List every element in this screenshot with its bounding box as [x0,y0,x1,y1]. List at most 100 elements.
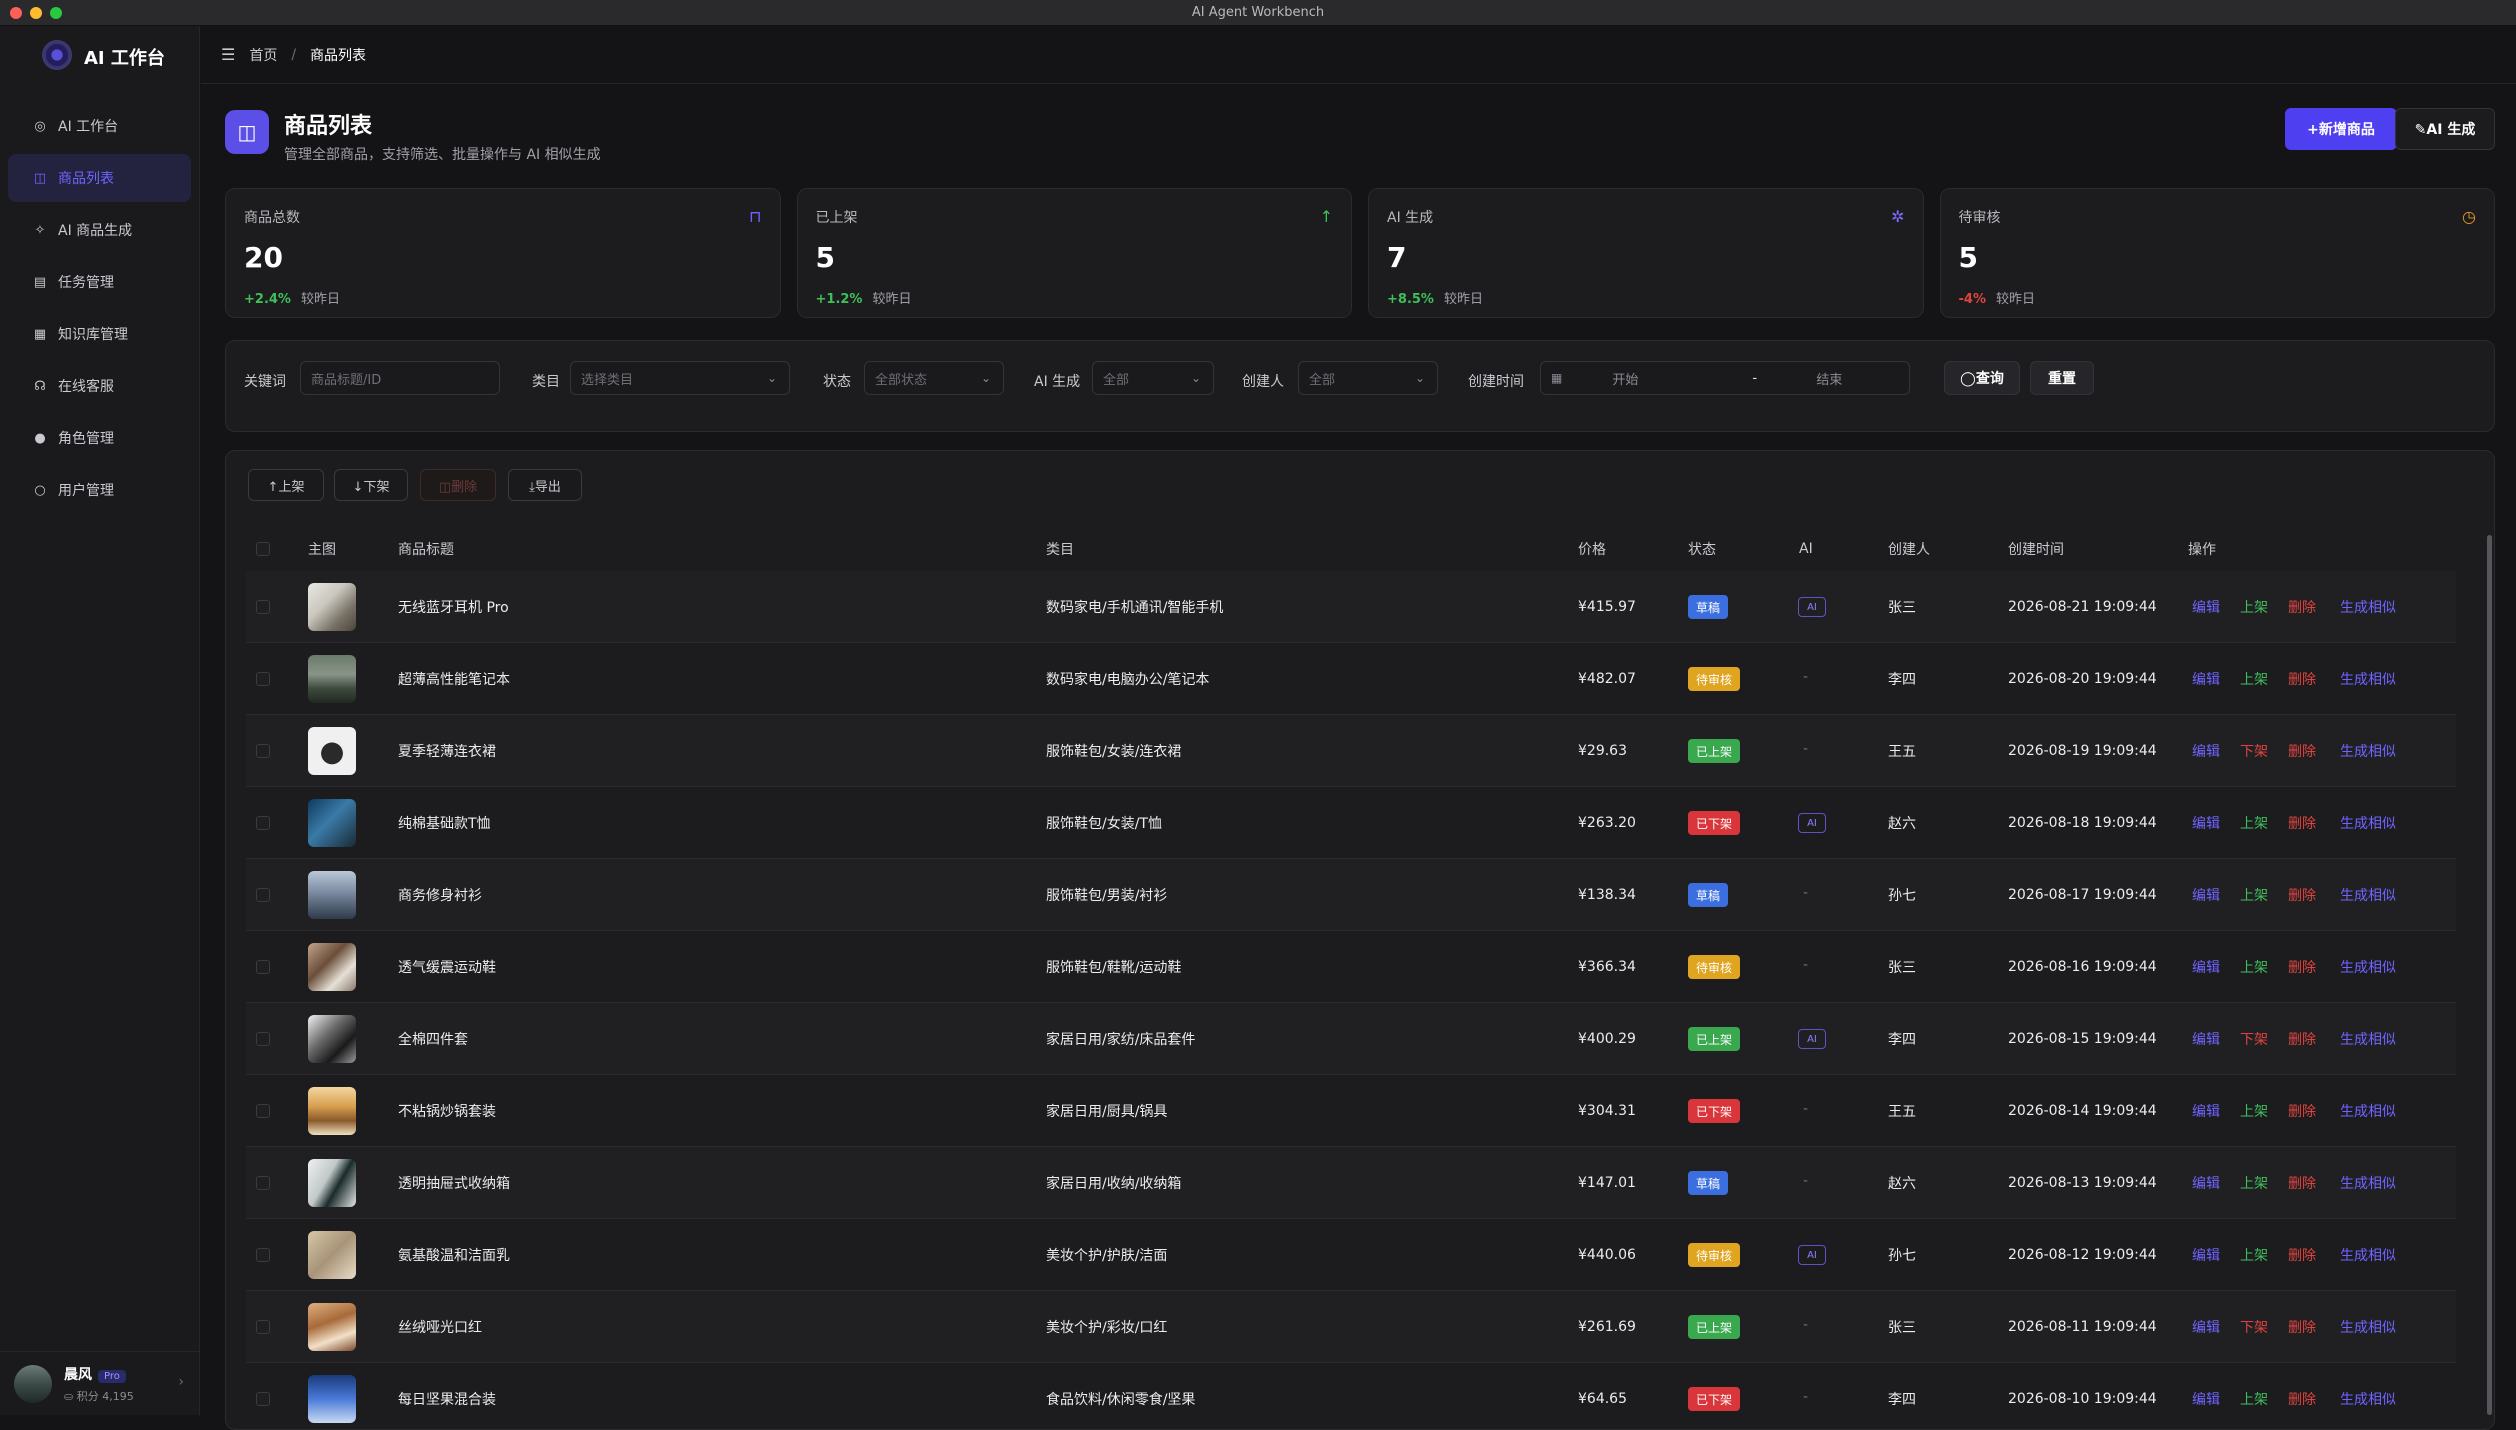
generate-similar-link[interactable]: 生成相似 [2340,787,2396,859]
edit-link[interactable]: 编辑 [2192,1075,2220,1147]
generate-similar-link[interactable]: 生成相似 [2340,715,2396,787]
sidebar-item-6[interactable]: ● 角色管理 [8,414,191,462]
delete-link[interactable]: 删除 [2288,1219,2316,1291]
toggle-shelf-link[interactable]: 下架 [2240,1003,2268,1075]
creator-select[interactable]: 全部 ⌄ [1298,361,1438,395]
sidebar-item-2[interactable]: ✧ AI 商品生成 [8,206,191,254]
edit-link[interactable]: 编辑 [2192,1291,2220,1363]
stat-value: 5 [815,241,835,274]
sidebar-item-3[interactable]: ▤ 任务管理 [8,258,191,306]
toggle-shelf-link[interactable]: 上架 [2240,1075,2268,1147]
toggle-shelf-link[interactable]: 上架 [2240,1363,2268,1429]
delete-link[interactable]: 删除 [2288,931,2316,1003]
generate-similar-link[interactable]: 生成相似 [2340,1147,2396,1219]
category-select[interactable]: 选择类目 ⌄ [570,361,790,395]
clipboard-icon: ▤ [33,274,47,290]
date-end[interactable]: 结束 [1816,369,1842,388]
row-checkbox[interactable] [256,1176,270,1190]
delete-link[interactable]: 删除 [2288,1291,2316,1363]
edit-link[interactable]: 编辑 [2192,1147,2220,1219]
keyword-input[interactable]: 商品标题/ID [300,361,500,395]
breadcrumb-home[interactable]: 首页 [249,45,277,65]
stat-foot: 较昨日 [872,292,912,307]
delete-link[interactable]: 删除 [2288,787,2316,859]
sidebar-item-0[interactable]: ◎ AI 工作台 [8,102,191,150]
generate-similar-link[interactable]: 生成相似 [2340,931,2396,1003]
row-checkbox[interactable] [256,744,270,758]
delete-link[interactable]: 删除 [2288,1363,2316,1429]
edit-link[interactable]: 编辑 [2192,1003,2220,1075]
reset-button[interactable]: 重置 [2030,361,2094,395]
edit-link[interactable]: 编辑 [2192,643,2220,715]
stat-delta: -4% [1958,292,1986,307]
row-checkbox[interactable] [256,1320,270,1334]
table-scrollbar[interactable] [2486,535,2494,1429]
generate-similar-link[interactable]: 生成相似 [2340,1003,2396,1075]
row-checkbox[interactable] [256,816,270,830]
sidebar-item-5[interactable]: ☊ 在线客服 [8,362,191,410]
edit-link[interactable]: 编辑 [2192,571,2220,643]
select-all-checkbox[interactable] [256,542,270,556]
toggle-shelf-link[interactable]: 上架 [2240,571,2268,643]
generate-similar-link[interactable]: 生成相似 [2340,571,2396,643]
edit-link[interactable]: 编辑 [2192,787,2220,859]
edit-link[interactable]: 编辑 [2192,1363,2220,1429]
generate-similar-link[interactable]: 生成相似 [2340,1219,2396,1291]
toggle-shelf-link[interactable]: 上架 [2240,1219,2268,1291]
status-select[interactable]: 全部状态 ⌄ [864,361,1004,395]
delete-link[interactable]: 删除 [2288,1075,2316,1147]
toggle-shelf-link[interactable]: 上架 [2240,931,2268,1003]
delete-link[interactable]: 删除 [2288,1003,2316,1075]
query-button[interactable]: ◯查询 [1944,361,2020,395]
generate-similar-link[interactable]: 生成相似 [2340,1075,2396,1147]
date-range-picker[interactable]: ▦ 开始 - 结束 [1540,361,1910,395]
toggle-shelf-link[interactable]: 上架 [2240,643,2268,715]
row-checkbox[interactable] [256,888,270,902]
ai-filter-select[interactable]: 全部 ⌄ [1092,361,1214,395]
row-checkbox[interactable] [256,1392,270,1406]
export-button[interactable]: ⤓导出 [508,469,582,501]
product-price: ¥400.29 [1578,1031,1636,1047]
edit-link[interactable]: 编辑 [2192,715,2220,787]
delete-link[interactable]: 删除 [2288,571,2316,643]
ai-generate-button[interactable]: ✎AI 生成 [2395,108,2495,150]
delete-link[interactable]: 删除 [2288,859,2316,931]
row-checkbox[interactable] [256,1104,270,1118]
generate-similar-link[interactable]: 生成相似 [2340,859,2396,931]
minimize-window-button[interactable] [30,7,42,19]
date-start[interactable]: 开始 [1612,369,1752,388]
sidebar-item-1[interactable]: ◫ 商品列表 [8,154,191,202]
row-checkbox[interactable] [256,960,270,974]
row-checkbox[interactable] [256,672,270,686]
edit-link[interactable]: 编辑 [2192,1219,2220,1291]
close-window-button[interactable] [10,7,22,19]
toggle-shelf-link[interactable]: 上架 [2240,859,2268,931]
delete-link[interactable]: 删除 [2288,1147,2316,1219]
bulk-delete-button[interactable]: ◫删除 [420,469,496,501]
row-checkbox[interactable] [256,1032,270,1046]
toggle-shelf-link[interactable]: 上架 [2240,787,2268,859]
delete-link[interactable]: 删除 [2288,715,2316,787]
toggle-shelf-link[interactable]: 下架 [2240,1291,2268,1363]
generate-similar-link[interactable]: 生成相似 [2340,1363,2396,1429]
chevron-right-icon[interactable]: › [178,1374,184,1390]
row-checkbox[interactable] [256,1248,270,1262]
generate-similar-link[interactable]: 生成相似 [2340,1291,2396,1363]
delete-link[interactable]: 删除 [2288,643,2316,715]
toggle-shelf-link[interactable]: 上架 [2240,1147,2268,1219]
edit-link[interactable]: 编辑 [2192,859,2220,931]
table-row: 不粘锅炒锅套装 家居日用/厨具/锅具 ¥304.31 已下架 - 王五 2026… [246,1075,2456,1147]
scrollbar-thumb[interactable] [2487,535,2492,1415]
row-checkbox[interactable] [256,600,270,614]
sidebar-item-7[interactable]: ○ 用户管理 [8,466,191,514]
add-product-button[interactable]: +新增商品 [2285,108,2397,150]
sidebar-item-4[interactable]: ▦ 知识库管理 [8,310,191,358]
user-profile[interactable]: 晨风 Pro ⛀ 积分 4,195 › [0,1351,200,1415]
toggle-shelf-link[interactable]: 下架 [2240,715,2268,787]
menu-icon[interactable]: ☰ [221,45,235,64]
maximize-window-button[interactable] [50,7,62,19]
edit-link[interactable]: 编辑 [2192,931,2220,1003]
bulk-up-button[interactable]: ↑上架 [248,469,324,501]
generate-similar-link[interactable]: 生成相似 [2340,643,2396,715]
bulk-down-button[interactable]: ↓下架 [334,469,408,501]
